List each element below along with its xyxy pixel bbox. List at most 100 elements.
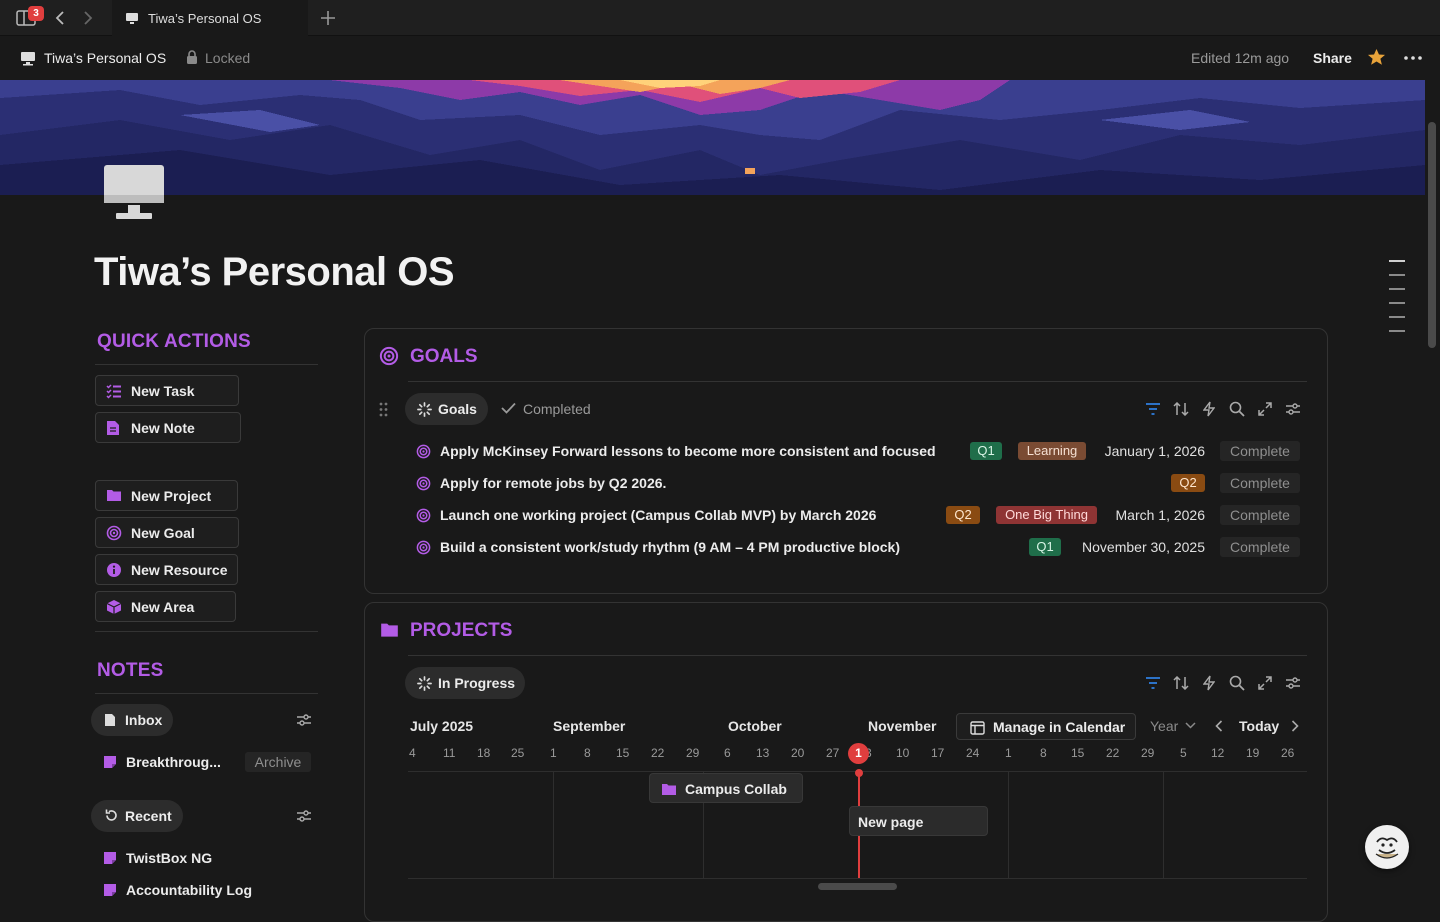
- today-dot: [855, 769, 863, 777]
- back-arrow-icon[interactable]: [54, 10, 66, 26]
- help-avatar-button[interactable]: [1365, 825, 1409, 869]
- expand-icon[interactable]: [1258, 402, 1272, 416]
- day-label: 1: [550, 746, 557, 760]
- toc-line[interactable]: [1389, 316, 1405, 318]
- month-gridline: [1008, 772, 1009, 878]
- range-select[interactable]: Year: [1150, 718, 1178, 734]
- day-label: 12: [1211, 746, 1225, 760]
- goals-heading: GOALS: [410, 346, 478, 367]
- chevron-left-icon[interactable]: [1215, 720, 1223, 732]
- goal-name: Apply for remote jobs by Q2 2026.: [440, 475, 667, 491]
- new-goal-button[interactable]: New Goal: [95, 517, 239, 548]
- drag-handle-icon[interactable]: [379, 402, 388, 417]
- tab-title: Tiwa’s Personal OS: [148, 11, 262, 26]
- timeline-scrollbar[interactable]: [818, 883, 897, 890]
- day-label: 5: [1180, 746, 1187, 760]
- target-icon: [416, 476, 431, 491]
- cube-icon: [106, 599, 122, 615]
- share-button[interactable]: Share: [1313, 50, 1352, 66]
- tab-in-progress[interactable]: In Progress: [405, 667, 525, 699]
- toc-line[interactable]: [1389, 302, 1405, 304]
- day-label: 24: [966, 746, 980, 760]
- expand-icon[interactable]: [1258, 676, 1272, 690]
- tab-bar: 3 Tiwa’s Personal OS: [0, 0, 1440, 36]
- new-area-button[interactable]: New Area: [95, 591, 236, 622]
- folder-icon: [661, 782, 677, 796]
- toc-line[interactable]: [1389, 288, 1405, 290]
- sort-icon[interactable]: [1173, 676, 1189, 690]
- note-icon: [103, 883, 117, 897]
- filter-icon[interactable]: [1145, 402, 1161, 416]
- edited-timestamp: Edited 12m ago: [1191, 50, 1290, 66]
- new-task-button[interactable]: New Task: [95, 375, 239, 406]
- locked-label[interactable]: Locked: [205, 50, 250, 66]
- toc-line[interactable]: [1389, 274, 1405, 276]
- goal-date: March 1, 2026: [1115, 507, 1206, 523]
- new-note-button[interactable]: New Note: [95, 412, 241, 443]
- toc-line[interactable]: [1389, 260, 1405, 262]
- day-label: 6: [724, 746, 731, 760]
- today-marker: 1: [848, 743, 869, 764]
- day-label: 27: [826, 746, 840, 760]
- settings-sliders-icon[interactable]: [1286, 677, 1300, 689]
- settings-sliders-icon[interactable]: [297, 810, 311, 822]
- new-resource-button[interactable]: New Resource: [95, 554, 238, 585]
- computer-icon[interactable]: [104, 165, 164, 223]
- checklist-icon: [106, 383, 122, 399]
- recent-label: Recent: [125, 808, 172, 824]
- divider: [95, 693, 318, 694]
- tab-goals[interactable]: Goals: [405, 393, 488, 425]
- new-project-button[interactable]: New Project: [95, 480, 238, 511]
- note-icon: [106, 420, 120, 436]
- page-scrollbar[interactable]: [1428, 122, 1436, 348]
- month-label: October: [728, 718, 782, 734]
- chevron-right-icon[interactable]: [1291, 720, 1299, 732]
- toc-line[interactable]: [1389, 330, 1405, 332]
- forward-arrow-icon[interactable]: [82, 10, 94, 26]
- archive-tag: Archive: [245, 752, 311, 772]
- sort-icon[interactable]: [1173, 402, 1189, 416]
- lightning-icon[interactable]: [1203, 675, 1215, 691]
- quarter-tag: Q2: [1171, 474, 1205, 492]
- goal-date: January 1, 2026: [1104, 443, 1205, 459]
- day-label: 15: [616, 746, 630, 760]
- chevron-down-icon[interactable]: [1185, 722, 1196, 729]
- manage-in-calendar-button[interactable]: Manage in Calendar: [956, 713, 1136, 740]
- day-label: 1: [1005, 746, 1012, 760]
- page-title[interactable]: Tiwa’s Personal OS: [94, 250, 455, 295]
- notes-heading: NOTES: [97, 660, 164, 681]
- month-label: July 2025: [410, 718, 474, 734]
- divider: [95, 364, 318, 365]
- tab-completed[interactable]: Completed: [523, 401, 591, 417]
- settings-sliders-icon[interactable]: [297, 714, 311, 726]
- settings-sliders-icon[interactable]: [1286, 403, 1300, 415]
- star-icon[interactable]: [1367, 48, 1386, 66]
- lightning-icon[interactable]: [1203, 401, 1215, 417]
- month-label: September: [553, 718, 626, 734]
- button-label: New Resource: [131, 562, 228, 578]
- search-icon[interactable]: [1229, 675, 1245, 691]
- note-icon: [103, 755, 117, 769]
- day-label: 17: [931, 746, 945, 760]
- more-options-icon[interactable]: [1404, 56, 1422, 60]
- divider: [408, 381, 1307, 382]
- day-label: 15: [1071, 746, 1085, 760]
- project-card[interactable]: Campus Collab: [649, 773, 803, 803]
- note-icon: [104, 713, 116, 727]
- quarter-tag: Q1: [1029, 538, 1061, 556]
- filter-icon[interactable]: [1145, 676, 1161, 690]
- inbox-view-tab[interactable]: Inbox: [91, 704, 173, 736]
- divider: [408, 878, 1307, 879]
- recent-view-tab[interactable]: Recent: [91, 800, 183, 832]
- day-label: 20: [791, 746, 805, 760]
- target-icon: [379, 346, 399, 366]
- new-tab-icon[interactable]: [320, 10, 336, 26]
- note-icon: [103, 851, 117, 865]
- breadcrumb[interactable]: Tiwa’s Personal OS: [44, 50, 166, 66]
- day-label: 8: [1040, 746, 1047, 760]
- search-icon[interactable]: [1229, 401, 1245, 417]
- today-button[interactable]: Today: [1239, 718, 1279, 734]
- goal-name: Launch one working project (Campus Colla…: [440, 507, 877, 523]
- tab-label: Goals: [438, 401, 477, 417]
- project-card[interactable]: New page: [849, 806, 988, 836]
